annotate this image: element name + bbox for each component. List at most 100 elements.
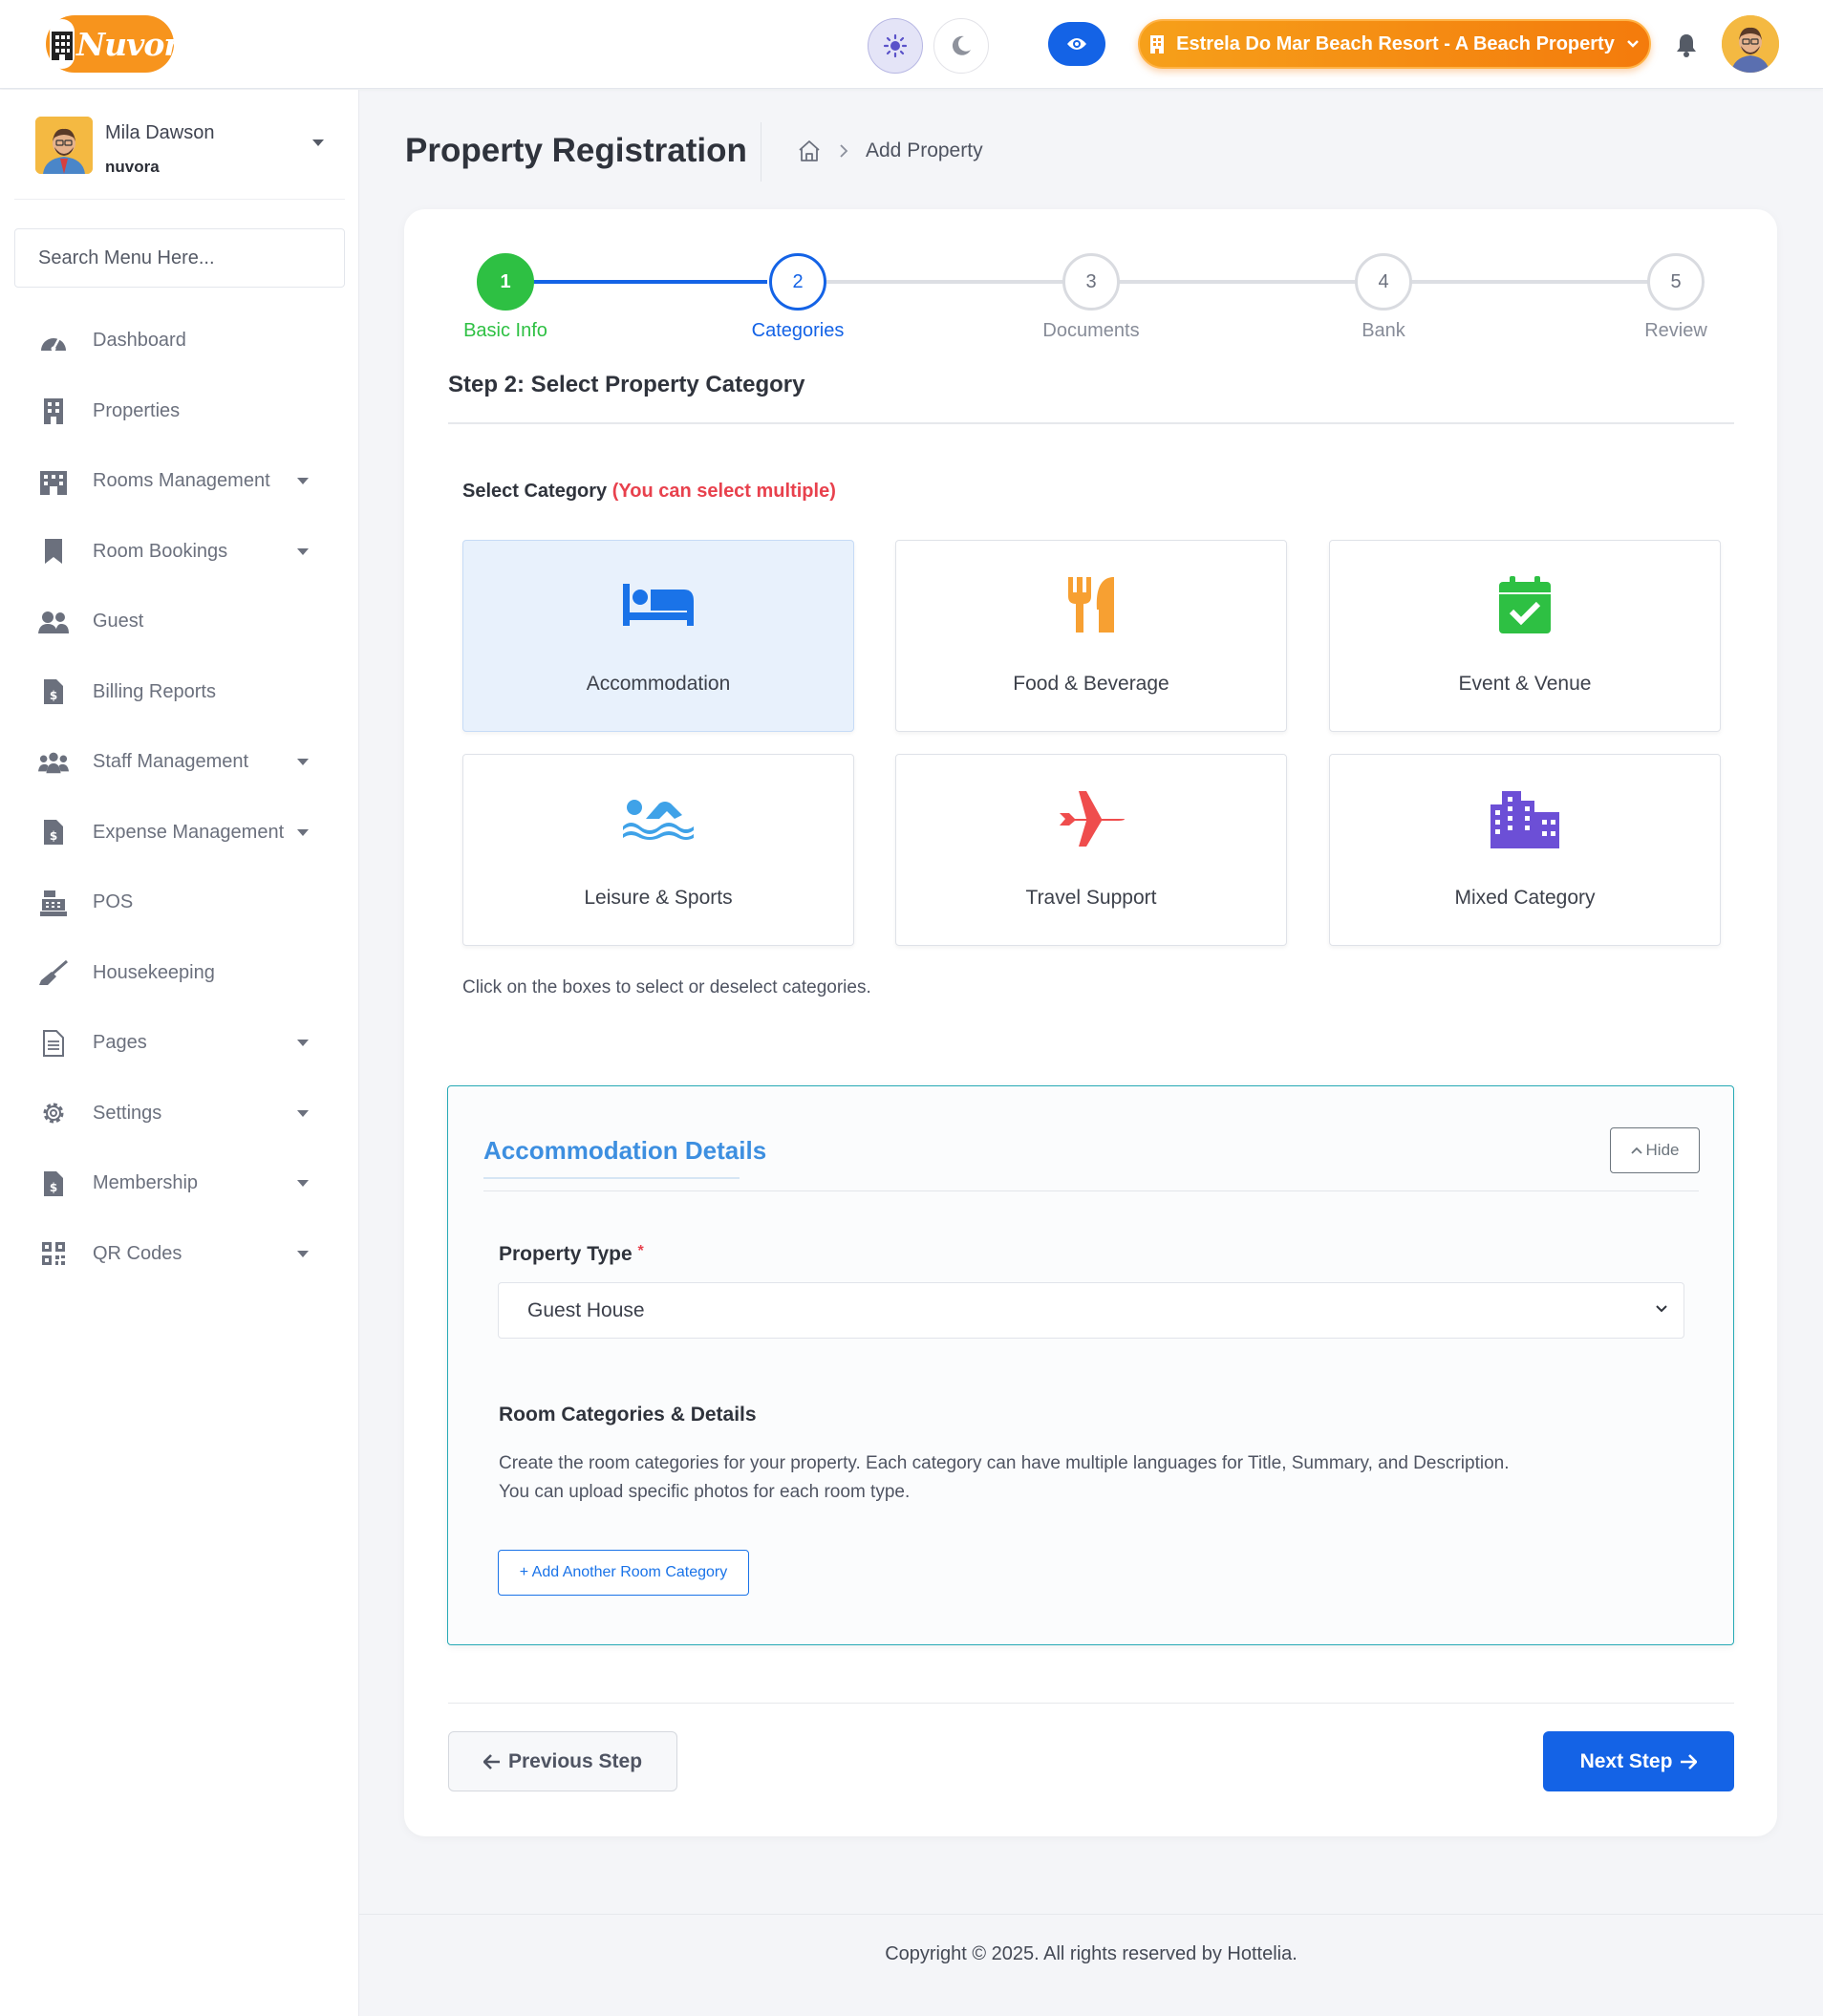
room-categories-description: Create the room categories for your prop… <box>499 1449 1509 1507</box>
next-step-label: Next Step <box>1579 1749 1673 1772</box>
room-desc-line: Create the room categories for your prop… <box>499 1453 1510 1473</box>
sidebar-item-settings[interactable]: Settings <box>0 1079 359 1149</box>
preview-button[interactable] <box>1048 22 1105 66</box>
category-label: Leisure & Sports <box>584 887 733 909</box>
category-food-beverage[interactable]: Food & Beverage <box>895 540 1287 732</box>
sidebar-item-billing-reports[interactable]: $ Billing Reports <box>0 657 359 728</box>
breadcrumb-current: Add Property <box>866 139 983 161</box>
sidebar-item-staff-management[interactable]: Staff Management <box>0 727 359 798</box>
category-event-venue[interactable]: Event & Venue <box>1329 540 1721 732</box>
menu-search-input[interactable] <box>38 247 321 269</box>
svg-text:$: $ <box>50 1181 57 1194</box>
category-label: Accommodation <box>586 673 731 695</box>
category-accommodation[interactable]: Accommodation <box>462 540 854 732</box>
broom-icon <box>38 957 69 988</box>
calendar-check-icon <box>1499 576 1551 633</box>
cash-register-icon <box>38 888 69 918</box>
sidebar-item-label: Staff Management <box>93 751 249 773</box>
invoice-icon: $ <box>38 676 69 707</box>
caret-down-icon <box>297 1109 309 1117</box>
app-logo[interactable]: Nuvora <box>46 15 200 73</box>
eye-icon <box>1067 38 1086 50</box>
add-room-category-button[interactable]: + Add Another Room Category <box>498 1550 749 1596</box>
stepper-track <box>825 280 1648 284</box>
bookmark-icon <box>38 536 69 567</box>
category-hint: (You can select multiple) <box>611 481 836 502</box>
step-documents[interactable]: 3 <box>1062 253 1120 311</box>
notifications-button[interactable] <box>1672 31 1701 59</box>
gear-icon <box>38 1098 69 1128</box>
light-mode-button[interactable] <box>868 18 923 74</box>
sidebar-item-pages[interactable]: Pages <box>0 1008 359 1079</box>
step-bank[interactable]: 4 <box>1355 253 1412 311</box>
dashboard-icon <box>38 326 69 356</box>
dark-mode-button[interactable] <box>933 18 989 74</box>
sidebar-item-rooms-management[interactable]: Rooms Management <box>0 446 359 517</box>
sidebar-item-properties[interactable]: Properties <box>0 376 359 447</box>
caret-down-icon <box>297 1040 309 1046</box>
sidebar-item-label: Billing Reports <box>93 680 216 702</box>
chevron-down-icon <box>1656 1305 1667 1313</box>
invoice-icon: $ <box>38 817 69 847</box>
caret-down-icon <box>297 547 309 555</box>
breadcrumb: Add Property <box>797 139 983 162</box>
caret-down-icon[interactable] <box>312 139 324 147</box>
step-label: Categories <box>751 320 845 341</box>
category-leisure-sports[interactable]: Leisure & Sports <box>462 754 854 946</box>
sidebar-item-label: Guest <box>93 611 144 633</box>
hide-button[interactable]: Hide <box>1610 1127 1700 1173</box>
sun-icon <box>883 33 908 58</box>
sidebar-item-expense-management[interactable]: $ Expense Management <box>0 798 359 869</box>
category-help-text: Click on the boxes to select or deselect… <box>462 977 871 997</box>
sidebar-item-qr-codes[interactable]: QR Codes <box>0 1219 359 1290</box>
property-type-value: Guest House <box>527 1298 645 1321</box>
sidebar-item-label: QR Codes <box>93 1242 182 1264</box>
previous-step-button[interactable]: Previous Step <box>448 1731 677 1791</box>
step-categories[interactable]: 2 <box>769 253 826 311</box>
svg-text:$: $ <box>50 689 57 702</box>
arrow-right-icon <box>1681 1753 1698 1769</box>
logo-text: Nuvora <box>76 25 200 63</box>
sidebar-item-dashboard[interactable]: Dashboard <box>0 306 359 376</box>
step-label: Review <box>1644 320 1707 341</box>
hide-label: Hide <box>1645 1141 1680 1159</box>
building-logo-icon <box>50 19 75 69</box>
sidebar-item-housekeeping[interactable]: Housekeeping <box>0 938 359 1009</box>
sidebar-item-guest[interactable]: Guest <box>0 587 359 657</box>
category-mixed[interactable]: Mixed Category <box>1329 754 1721 946</box>
divider <box>483 1190 1699 1191</box>
sidebar-item-label: Membership <box>93 1172 199 1194</box>
chevron-right-icon <box>840 144 848 158</box>
qr-code-icon <box>38 1238 69 1269</box>
required-mark: * <box>637 1243 644 1259</box>
user-profile[interactable]: Mila Dawson nuvora <box>14 90 345 200</box>
accommodation-details-title: Accommodation Details <box>483 1136 767 1165</box>
category-label: Event & Venue <box>1458 673 1592 695</box>
next-step-button[interactable]: Next Step <box>1543 1731 1734 1791</box>
home-icon[interactable] <box>797 139 822 162</box>
chevron-down-icon <box>1626 40 1639 48</box>
category-travel-support[interactable]: Travel Support <box>895 754 1287 946</box>
property-type-select[interactable]: Guest House <box>498 1282 1684 1339</box>
footer-divider <box>359 1914 1823 1915</box>
sidebar-item-membership[interactable]: $ Membership <box>0 1148 359 1219</box>
profile-avatar[interactable] <box>1722 15 1779 73</box>
footer-copyright: Copyright © 2025. All rights reserved by… <box>885 1943 1298 1964</box>
sidebar-item-label: Expense Management <box>93 821 285 843</box>
sidebar-item-label: Dashboard <box>93 330 186 352</box>
property-selector[interactable]: Estrela Do Mar Beach Resort - A Beach Pr… <box>1138 19 1651 69</box>
invoice-icon: $ <box>38 1169 69 1199</box>
category-label: Select Category <box>462 481 608 502</box>
page-title: Property Registration <box>405 132 747 169</box>
caret-down-icon <box>297 828 309 836</box>
sidebar-item-room-bookings[interactable]: Room Bookings <box>0 517 359 588</box>
step-review[interactable]: 5 <box>1647 253 1705 311</box>
user-name: Mila Dawson <box>105 122 215 143</box>
sidebar-item-label: Room Bookings <box>93 540 228 562</box>
building-icon <box>38 396 69 426</box>
step-label: Basic Info <box>463 320 547 341</box>
bell-icon <box>1677 34 1696 57</box>
step-basic-info[interactable]: 1 <box>477 253 534 311</box>
sidebar-item-pos[interactable]: POS <box>0 868 359 938</box>
caret-down-icon <box>297 1250 309 1257</box>
